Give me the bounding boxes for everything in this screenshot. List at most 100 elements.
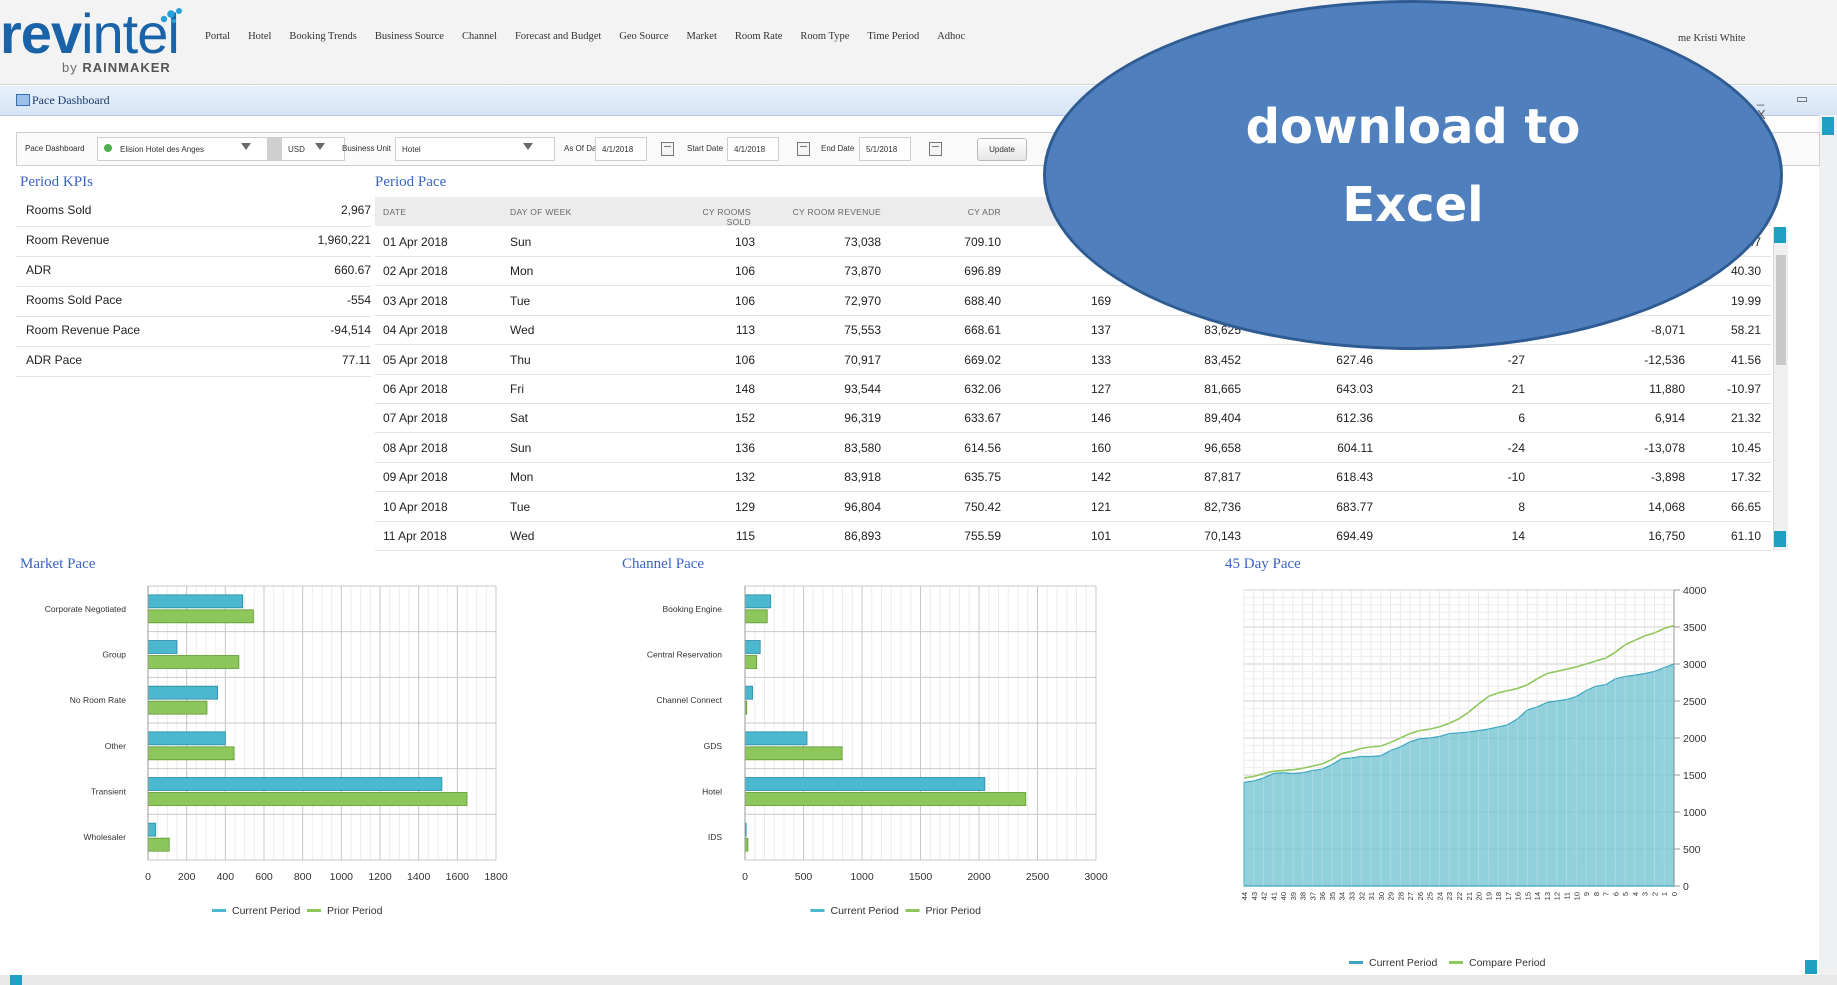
table-cell-rev: 70,917 [844, 352, 881, 367]
table-cell-date: 11 Apr 2018 [383, 529, 447, 543]
table-cell-dow: Tue [510, 499, 531, 514]
legend-label: Compare Period [1469, 957, 1546, 969]
x-tick-label: 15 [1523, 892, 1532, 900]
table-cell-c10: -3,898 [1650, 470, 1685, 485]
nav-portal[interactable]: Portal [196, 31, 239, 42]
x-tick-label: 43 [1250, 892, 1259, 900]
table-cell-c9: 6 [1518, 411, 1525, 426]
table-cell-c10: -12,536 [1644, 352, 1685, 367]
table-cell-date: 01 Apr 2018 [383, 235, 448, 249]
table-cell-c10: -13,078 [1644, 440, 1685, 455]
nav-booking-trends[interactable]: Booking Trends [280, 31, 365, 42]
pace-scroll-down-button[interactable] [1774, 531, 1786, 547]
category-label: No Room Rate [70, 695, 126, 705]
45-day-pace-chart: 0500100015002000250030003500400044 43 42 41… [1240, 585, 1707, 969]
table-row[interactable]: 08 Apr 2018 Sun 136 83,580 614.56 160 96,658 60… [375, 433, 1771, 463]
main-nav: Portal Hotel Booking Trends Business Sou… [196, 31, 974, 42]
hotel-dropdown-icon[interactable] [241, 143, 251, 150]
channel-pace-title: Channel Pace [622, 556, 705, 572]
bar-current [147, 731, 226, 746]
table-row[interactable]: 07 Apr 2018 Sat 152 96,319 633.67 146 89,404 61… [375, 403, 1771, 434]
table-cell-adr: 709.10 [964, 235, 1001, 249]
x-tick-label: 1500 [909, 871, 933, 883]
table-row[interactable]: 06 Apr 2018 Fri 148 93,544 632.06 127 81,665 64… [375, 374, 1771, 404]
table-cell-date: 02 Apr 2018 [383, 264, 448, 279]
x-tick-label: 1 [1660, 892, 1669, 896]
table-cell-rooms: 136 [734, 440, 755, 455]
scroll-thumb[interactable] [1776, 255, 1786, 365]
x-tick-label: 17 [1504, 892, 1513, 900]
market-pace-title: Market Pace [20, 556, 96, 572]
table-cell-c6: 127 [1090, 382, 1111, 396]
category-label: Other [105, 741, 126, 751]
x-tick-label: 37 [1308, 892, 1317, 900]
bottom-scroll-left-button[interactable] [10, 975, 22, 985]
start-date-label: Start Date [687, 144, 724, 153]
category-label: Corporate Negotiated [45, 604, 127, 614]
x-tick-label: 24 [1435, 892, 1444, 900]
y-tick-label: 2000 [1683, 733, 1707, 745]
bottom-scrollbar[interactable] [0, 975, 1837, 985]
col-cy-rooms-sold[interactable]: CY ROOMS SOLD [683, 207, 751, 227]
nav-market[interactable]: Market [678, 31, 726, 42]
revintel-logo[interactable]: revintel [0, 4, 180, 64]
currency-dropdown-icon[interactable] [315, 143, 325, 150]
kpi-row: ADR Pace 77.11 [16, 347, 371, 377]
table-cell-c7: 89,404 [1204, 411, 1241, 426]
x-tick-label: 0 [742, 871, 748, 883]
table-cell-rooms: 152 [734, 411, 755, 426]
nav-adhoc[interactable]: Adhoc [928, 31, 974, 42]
business-unit-dropdown-icon[interactable] [523, 143, 533, 150]
table-cell-c10: 14,068 [1648, 499, 1685, 514]
table-cell-rev: 73,870 [844, 264, 881, 279]
table-row[interactable]: 10 Apr 2018 Tue 129 96,804 750.42 121 82,736 68… [375, 492, 1771, 522]
start-calendar-icon[interactable] [797, 142, 810, 156]
y-tick-label: 1000 [1683, 807, 1707, 819]
nav-channel[interactable]: Channel [453, 31, 506, 42]
table-cell-rooms: 103 [734, 235, 755, 249]
x-tick-label: 39 [1289, 892, 1298, 900]
as-of-calendar-icon[interactable] [661, 142, 674, 156]
table-cell-c10: 6,914 [1654, 411, 1685, 426]
table-row[interactable]: 05 Apr 2018 Thu 106 70,917 669.02 133 83,452 62… [375, 345, 1771, 375]
x-tick-label: 13 [1543, 892, 1552, 900]
right-scroll-strip[interactable] [1819, 115, 1837, 985]
table-cell-rev: 72,970 [844, 293, 881, 308]
kpi-row: Rooms Sold Pace -554 [16, 287, 371, 317]
col-day-of-week[interactable]: DAY OF WEEK [510, 207, 572, 217]
legend-label: Current Period [1369, 957, 1437, 969]
end-calendar-icon[interactable] [929, 142, 942, 156]
nav-hotel[interactable]: Hotel [239, 31, 280, 42]
x-tick-label: 16 [1514, 892, 1523, 900]
bar-current [744, 640, 761, 654]
category-label: Hotel [702, 787, 722, 797]
start-date-input[interactable]: 4/1/2018 [727, 137, 779, 161]
col-cy-adr[interactable]: CY ADR [945, 207, 1001, 217]
page-scroll-down-button[interactable] [1805, 960, 1817, 974]
nav-room-type[interactable]: Room Type [791, 31, 858, 42]
table-cell-c11: 17.32 [1730, 470, 1761, 485]
user-greeting[interactable]: me Kristi White [1678, 33, 1745, 44]
col-cy-room-revenue[interactable]: CY ROOM REVENUE [775, 207, 881, 217]
nav-geo-source[interactable]: Geo Source [610, 31, 677, 42]
update-button[interactable]: Update [977, 138, 1027, 161]
table-row[interactable]: 09 Apr 2018 Mon 132 83,918 635.75 142 87,817 61… [375, 462, 1771, 493]
col-date[interactable]: DATE [383, 207, 406, 217]
table-cell-dow: Wed [510, 323, 535, 338]
bar-prior [744, 655, 758, 669]
table-cell-c6: 146 [1090, 411, 1111, 426]
nav-room-rate[interactable]: Room Rate [726, 31, 792, 42]
nav-time-period[interactable]: Time Period [858, 31, 928, 42]
pace-table-scrollbar[interactable] [1773, 227, 1788, 550]
as-of-date-input[interactable]: 4/1/2018 [595, 137, 647, 161]
nav-forecast-and-budget[interactable]: Forecast and Budget [506, 31, 610, 42]
x-tick-label: 14 [1533, 892, 1542, 900]
end-date-input[interactable]: 5/1/2018 [859, 137, 911, 161]
nav-business-source[interactable]: Business Source [366, 31, 453, 42]
table-row[interactable]: 11 Apr 2018 Wed 115 86,893 755.59 101 70,143 69… [375, 521, 1771, 551]
page-scroll-up-button[interactable] [1822, 117, 1834, 135]
table-cell-c6: 169 [1090, 293, 1111, 308]
currency-select[interactable]: USD [281, 137, 345, 161]
x-tick-label: 9 [1582, 892, 1591, 896]
x-tick-label: 28 [1396, 892, 1405, 900]
